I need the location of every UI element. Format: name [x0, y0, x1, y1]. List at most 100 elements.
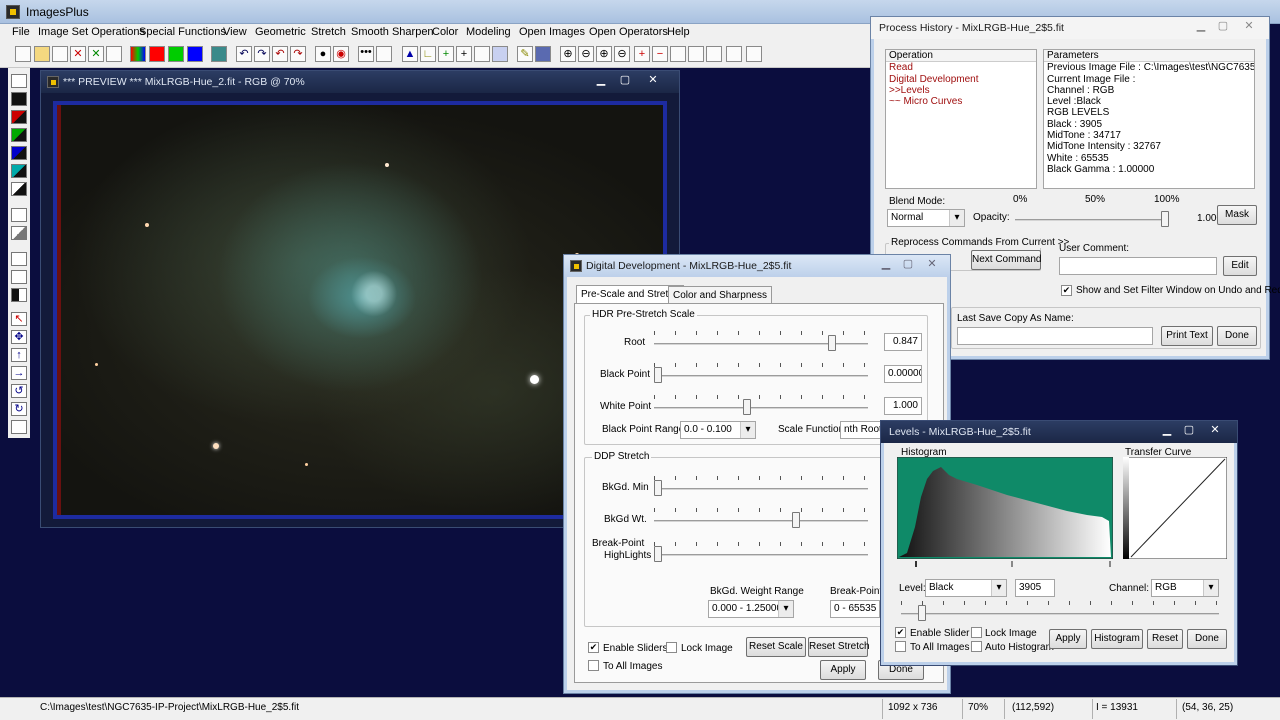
mono-tool-icon[interactable] [11, 182, 27, 196]
point-icon[interactable]: ● [315, 46, 331, 62]
menu-modeling[interactable]: Modeling [466, 26, 511, 38]
curve-icon[interactable]: ∟ [420, 46, 436, 62]
redo-icon[interactable]: ↷ [254, 46, 270, 62]
bkgd-min-slider[interactable] [654, 480, 662, 496]
mask-button[interactable]: Mask [1217, 205, 1257, 225]
root-value[interactable]: 0.847 [884, 333, 922, 351]
blend-mode-select[interactable]: Normal [887, 209, 965, 227]
frame-tool-icon[interactable] [11, 252, 27, 266]
to-all-images-checkbox[interactable] [895, 641, 906, 652]
done-button[interactable]: Done [1217, 326, 1257, 346]
show-filter-checkbox[interactable]: ✔ [1061, 285, 1072, 296]
palette-icon[interactable] [535, 46, 551, 62]
apply-button[interactable]: Apply [1049, 629, 1087, 649]
white-point-marker[interactable] [1109, 561, 1111, 567]
window-4-icon[interactable] [726, 46, 742, 62]
minimize-button[interactable]: ▁ [1155, 423, 1179, 439]
select-tool-icon[interactable]: ↖ [11, 312, 27, 326]
done-button[interactable]: Done [1187, 629, 1227, 649]
zoom-out-icon[interactable]: ⊖ [578, 46, 594, 62]
root-slider[interactable] [828, 335, 837, 351]
crosshair-2-icon[interactable]: + [456, 46, 472, 62]
histogram-button[interactable]: Histogram [1091, 629, 1143, 649]
maximize-button[interactable]: ▢ [613, 73, 637, 89]
menu-help[interactable]: Help [667, 26, 690, 38]
minimize-button[interactable]: ▁ [874, 257, 898, 273]
dots-icon[interactable]: ••• [358, 46, 374, 62]
to-all-images-checkbox[interactable] [588, 660, 599, 671]
list-item[interactable]: Digital Development [886, 74, 1036, 85]
pencil-icon[interactable]: ✎ [517, 46, 533, 62]
close-icon[interactable]: ✕ [70, 46, 86, 62]
black-point-slider[interactable] [654, 367, 662, 383]
maximize-button[interactable]: ▢ [1177, 423, 1201, 439]
bkgd-wt-slider[interactable] [792, 512, 801, 528]
black-point-marker[interactable] [915, 561, 917, 567]
histogram-plot[interactable] [897, 457, 1113, 559]
target-icon[interactable]: ◉ [333, 46, 349, 62]
close-button[interactable]: ✕ [641, 73, 665, 89]
grid-icon[interactable] [474, 46, 490, 62]
last-save-field[interactable] [957, 327, 1153, 345]
reset-stretch-button[interactable]: Reset Stretch [808, 637, 870, 657]
breakpoint-slider[interactable] [654, 546, 662, 562]
white-point-value[interactable]: 1.000 [884, 397, 922, 415]
close-button[interactable]: ✕ [1203, 423, 1227, 439]
region-icon[interactable] [376, 46, 392, 62]
lock-image-checkbox[interactable] [971, 627, 982, 638]
green-tool-icon[interactable] [11, 128, 27, 142]
channel-select[interactable]: RGB [1151, 579, 1219, 597]
opacity-slider[interactable] [1161, 211, 1169, 227]
menu-view[interactable]: View [223, 26, 247, 38]
close-button[interactable]: ✕ [1237, 19, 1261, 35]
close-button[interactable]: ✕ [920, 257, 944, 273]
tab-color-and-sharpness[interactable]: Color and Sharpness [668, 286, 772, 304]
up-arrow-icon[interactable]: ↑ [11, 348, 27, 362]
auto-histogram-checkbox[interactable] [971, 641, 982, 652]
minimize-button[interactable]: ▁ [1189, 19, 1213, 35]
midtone-marker[interactable] [1011, 561, 1013, 567]
blue-channel-icon[interactable] [187, 46, 203, 62]
menu-stretch[interactable]: Stretch [311, 26, 346, 38]
brush-tool-icon[interactable] [11, 208, 27, 222]
add-window-icon[interactable]: + [634, 46, 650, 62]
apply-button[interactable]: Apply [820, 660, 866, 680]
white-point-slider[interactable] [742, 399, 751, 415]
redo-all-icon[interactable]: ↷ [290, 46, 306, 62]
maximize-button[interactable]: ▢ [1211, 19, 1235, 35]
window-1-icon[interactable] [670, 46, 686, 62]
delete-icon[interactable]: ✕ [88, 46, 104, 62]
zoom-in-icon[interactable]: ⊕ [560, 46, 576, 62]
chart-icon[interactable] [492, 46, 508, 62]
breakpoint-range-select[interactable]: 0 - 65535 [830, 600, 880, 618]
lock-image-checkbox[interactable] [666, 642, 677, 653]
window-2-icon[interactable] [688, 46, 704, 62]
list-item[interactable]: ~~ Micro Curves [886, 96, 1036, 107]
new-file-icon[interactable] [15, 46, 31, 62]
level-number-field[interactable]: 3905 [1015, 579, 1055, 597]
blue-tool-icon[interactable] [11, 146, 27, 160]
zoom-actual-icon[interactable]: ⊖ [614, 46, 630, 62]
level-select[interactable]: Black [925, 579, 1007, 597]
enable-sliders-checkbox[interactable]: ✔ [588, 642, 599, 653]
rotate-right-icon[interactable]: ↻ [11, 402, 27, 416]
bp-range-select[interactable]: 0.0 - 0.100 [680, 421, 756, 439]
menu-color[interactable]: Color [432, 26, 458, 38]
bars-tool-icon[interactable] [11, 270, 27, 284]
cyan-tool-icon[interactable] [11, 164, 27, 178]
move-tool-icon[interactable]: ✥ [11, 330, 27, 344]
print-text-button[interactable]: Print Text [1161, 326, 1213, 346]
crosshair-icon[interactable]: + [438, 46, 454, 62]
grayscale-icon[interactable] [211, 46, 227, 62]
next-command-button[interactable]: Next Command [971, 250, 1041, 270]
undo-all-icon[interactable]: ↶ [272, 46, 288, 62]
bkgd-weight-range-select[interactable]: 0.000 - 1.25000 [708, 600, 794, 618]
menu-file[interactable]: File [12, 26, 30, 38]
black-point-value[interactable]: 0.00000 [884, 365, 922, 383]
level-slider[interactable] [917, 605, 926, 621]
window-5-icon[interactable] [746, 46, 762, 62]
open-folder-icon[interactable] [34, 46, 50, 62]
remove-window-icon[interactable]: − [652, 46, 668, 62]
operation-list[interactable]: Operation Read Digital Development >>Lev… [885, 49, 1037, 189]
reset-button[interactable]: Reset [1147, 629, 1183, 649]
